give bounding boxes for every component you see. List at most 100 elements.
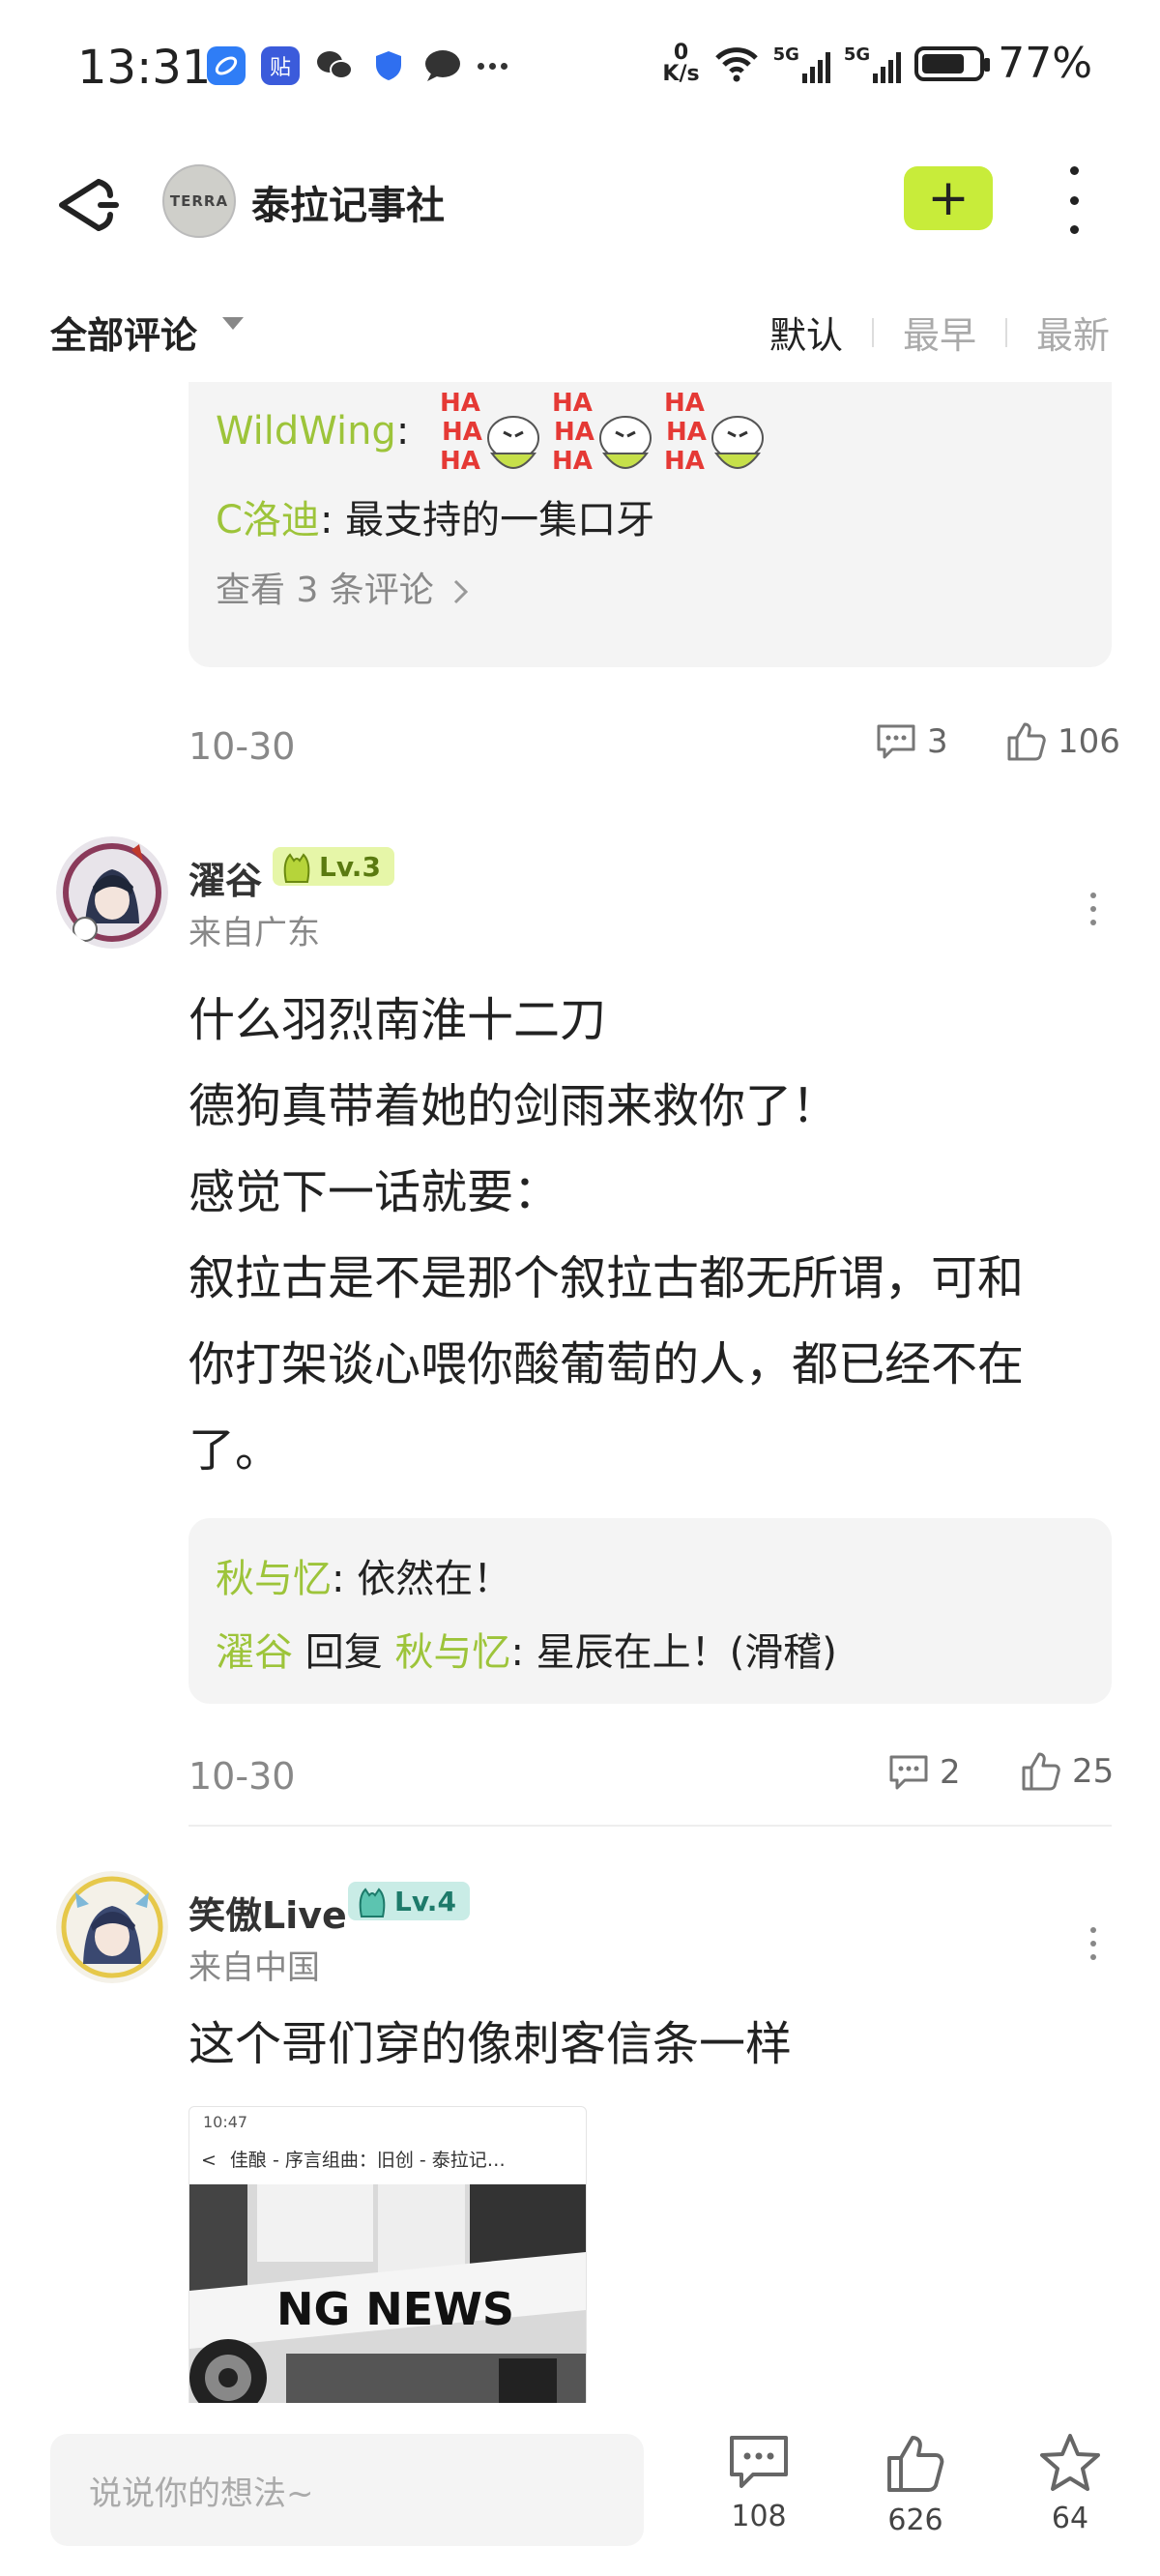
wifi-icon xyxy=(714,46,758,81)
reply-username[interactable]: WildWing xyxy=(216,409,396,454)
signal-2: 5G xyxy=(844,44,902,83)
caret-down-icon[interactable] xyxy=(222,317,244,330)
comment-list[interactable]: WildWing: HA HA HA HA HA HA HA HA HA C洛迪… xyxy=(0,382,1160,2403)
comment-count: 2 xyxy=(940,1753,961,1792)
comment-icon xyxy=(889,1755,928,1790)
username[interactable]: 濯谷 xyxy=(188,851,262,904)
reply-target-username[interactable]: 秋与忆 xyxy=(394,1630,510,1675)
level-badge: Lv.4 xyxy=(348,1882,470,1920)
reply-username[interactable]: 秋与忆 xyxy=(216,1557,332,1601)
bottom-like-button[interactable]: 626 xyxy=(862,2432,969,2537)
shield-app-icon xyxy=(369,46,408,85)
follow-button[interactable]: + xyxy=(904,166,993,230)
tieba-glyph: 贴 xyxy=(269,56,291,80)
favorites-total: 64 xyxy=(1051,2502,1089,2535)
app-header: TERRA 泰拉记事社 + xyxy=(0,145,1160,261)
comment-input[interactable]: 说说你的想法~ xyxy=(50,2434,644,2546)
svg-text:HA: HA xyxy=(554,418,594,447)
view-more-replies[interactable]: 查看 3 条评论 xyxy=(216,562,472,612)
haha-sticker-icon: HA HA HA xyxy=(552,389,652,476)
sort-newest[interactable]: 最新 xyxy=(1036,306,1110,359)
newspaper-headline: NG NEWS xyxy=(276,2283,514,2335)
level-creature-icon xyxy=(283,853,310,883)
chat-app-icon xyxy=(423,46,462,85)
comment-count-button[interactable]: 2 xyxy=(887,1753,961,1792)
svg-text:HA: HA xyxy=(664,447,705,476)
reply-line: 秋与忆: 依然在！ xyxy=(216,1547,511,1603)
sort-divider xyxy=(871,317,874,347)
comment-line: 什么羽烈南淮十二刀 xyxy=(188,993,607,1047)
comment-image[interactable]: 10:47 < 佳酿 - 序言组曲：旧创 - 泰拉记… NG NEWS xyxy=(188,2106,587,2403)
comment-line: 这个哥们穿的像刺客信条一样 xyxy=(188,2017,793,2071)
comment-more-icon[interactable] xyxy=(1090,893,1098,925)
bottom-action-bar: 说说你的想法~ 108 626 64 xyxy=(0,2403,1160,2576)
bottom-favorite-button[interactable]: 64 xyxy=(1017,2432,1123,2535)
likes-total: 626 xyxy=(887,2503,943,2537)
haha-sticker-icon: HA HA HA xyxy=(664,389,764,476)
more-dots-icon xyxy=(478,46,508,85)
comment-line: 感觉下一话就要： xyxy=(188,1165,561,1219)
comment-icon xyxy=(730,2436,788,2488)
comment-more-icon[interactable] xyxy=(1090,1927,1098,1960)
net-speed-value: 0 xyxy=(673,40,689,65)
newspaper-manga-image: NG NEWS xyxy=(189,2184,586,2403)
image-back-icon: < xyxy=(201,2150,217,2171)
level-creature-icon xyxy=(359,1888,386,1917)
signal-1-label: 5G xyxy=(772,44,799,65)
reply-preview-box[interactable]: WildWing: HA HA HA HA HA HA HA HA HA C洛迪… xyxy=(188,382,1112,667)
like-button[interactable]: 25 xyxy=(1020,1750,1114,1793)
sort-earliest[interactable]: 最早 xyxy=(903,306,976,359)
club-name[interactable]: 泰拉记事社 xyxy=(251,174,445,230)
reply-username[interactable]: 濯谷 xyxy=(216,1630,293,1675)
like-count: 106 xyxy=(1058,722,1120,761)
reply-line: C洛迪: 最支持的一集口牙 xyxy=(216,488,654,544)
level-badge: Lv.3 xyxy=(273,847,394,886)
comment-line: 了。 xyxy=(188,1423,282,1478)
user-location: 来自中国 xyxy=(188,1948,320,1987)
club-avatar-text: TERRA xyxy=(169,192,229,210)
all-comments-dropdown[interactable]: 全部评论 xyxy=(50,306,197,359)
net-speed-unit: K/s xyxy=(662,61,700,86)
chevron-right-icon xyxy=(454,579,469,604)
thumbs-up-icon xyxy=(1022,1752,1060,1791)
comment-line: 你打架谈心喂你酸葡萄的人，都已经不在 xyxy=(188,1337,1025,1391)
bottom-comments-button[interactable]: 108 xyxy=(706,2432,812,2533)
comments-total: 108 xyxy=(731,2500,787,2533)
comment-line: 叙拉古是不是那个叙拉古都无所谓，可和 xyxy=(188,1251,1025,1305)
comment-body: 这个哥们穿的像刺客信条一样 xyxy=(188,2002,1116,2088)
svg-text:HA: HA xyxy=(440,389,480,418)
avatar[interactable] xyxy=(56,1871,168,1983)
thumbs-up-icon xyxy=(1007,722,1046,761)
comment-count: 3 xyxy=(927,722,948,761)
battery-percent: 77% xyxy=(998,39,1092,88)
sort-options: 默认 最早 最新 xyxy=(769,306,1110,359)
reply-username[interactable]: C洛迪 xyxy=(216,498,320,542)
image-status-bar: 10:47 xyxy=(203,2113,248,2131)
username[interactable]: 笑傲Live xyxy=(188,1886,347,1939)
haha-sticker-icon: HA HA HA xyxy=(440,389,539,476)
reply-connector: 回复 xyxy=(293,1630,395,1675)
like-count: 25 xyxy=(1072,1752,1115,1791)
back-icon[interactable] xyxy=(50,166,128,244)
more-menu-icon[interactable] xyxy=(1059,166,1088,234)
svg-text:HA: HA xyxy=(552,389,593,418)
image-title: < 佳酿 - 序言组曲：旧创 - 泰拉记… xyxy=(201,2146,506,2172)
comment-line: 德狗真带着她的剑雨来救你了！ xyxy=(188,1079,839,1133)
signal-1: 5G xyxy=(773,44,830,83)
svg-text:HA: HA xyxy=(442,418,482,447)
level-text: Lv.4 xyxy=(394,1885,456,1917)
sort-default[interactable]: 默认 xyxy=(769,306,843,359)
net-speed: 0 K/s xyxy=(662,40,700,86)
user-location: 来自广东 xyxy=(188,914,320,952)
club-avatar[interactable]: TERRA xyxy=(162,164,236,238)
comment-count-button[interactable]: 3 xyxy=(875,722,948,761)
battery-icon xyxy=(914,45,991,81)
status-time: 13:31 xyxy=(77,41,212,95)
reply-sep: : xyxy=(395,409,410,454)
comment-divider xyxy=(188,1825,1112,1827)
like-button[interactable]: 106 xyxy=(1005,720,1120,763)
reply-line: WildWing: xyxy=(216,409,409,454)
avatar[interactable] xyxy=(56,836,168,949)
comment-body: 什么羽烈南淮十二刀 德狗真带着她的剑雨来救你了！ 感觉下一话就要： 叙拉古是不是… xyxy=(188,978,1116,1494)
reply-preview-box[interactable]: 秋与忆: 依然在！ 濯谷 回复 秋与忆: 星辰在上！(滑稽) xyxy=(188,1518,1112,1704)
